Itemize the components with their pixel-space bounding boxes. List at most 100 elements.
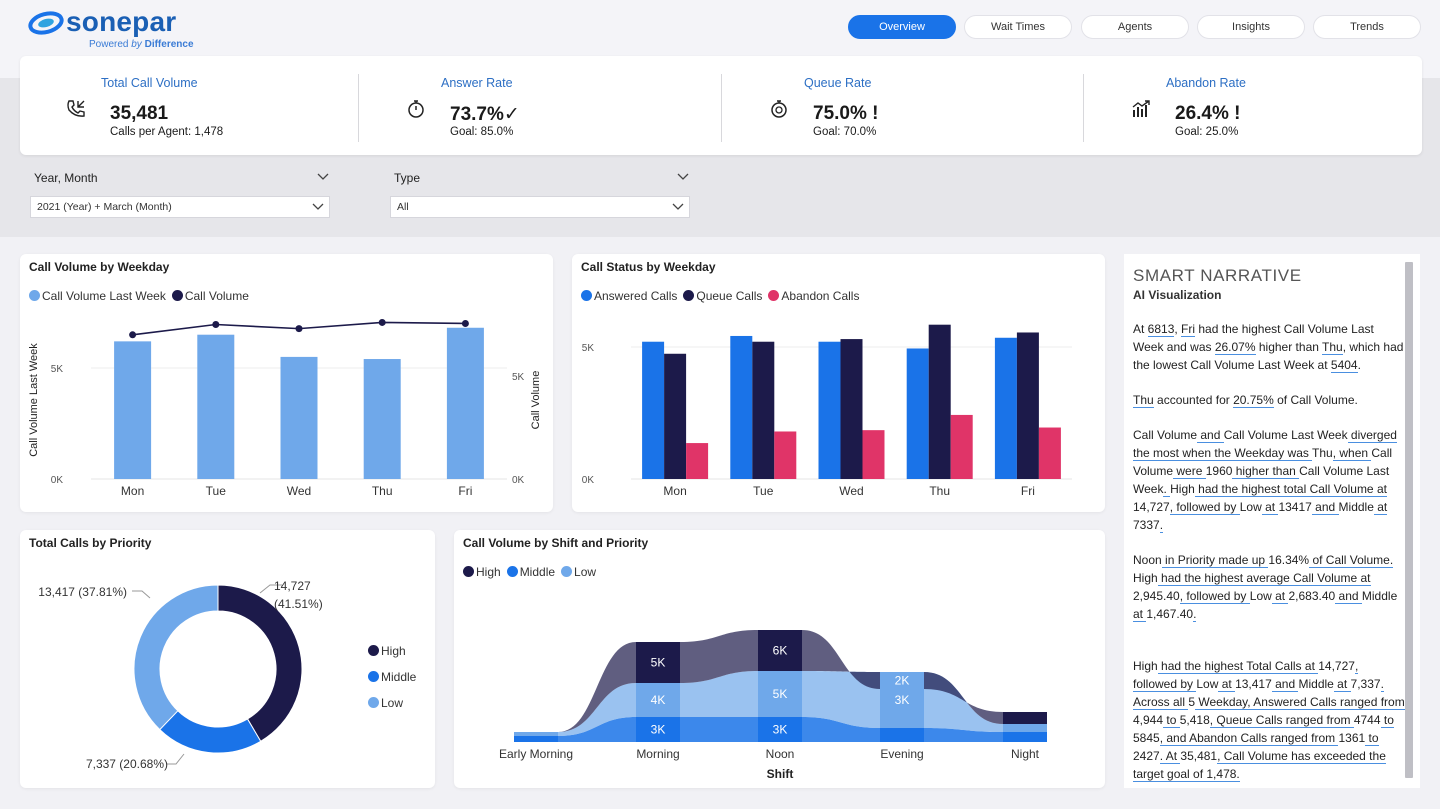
narrative-value: at	[1133, 607, 1147, 622]
tab-overview[interactable]: Overview	[848, 15, 956, 39]
narrative-value: , followed by	[1169, 500, 1240, 515]
narrative-text: 5845	[1133, 731, 1160, 745]
stack-segment	[514, 736, 558, 742]
narrative-text: .	[1357, 358, 1361, 372]
growth-chart-icon	[1132, 100, 1150, 117]
narrative-value: to	[1380, 713, 1394, 728]
narrative-text: higher than	[1255, 340, 1323, 354]
y2-axis-label: Call Volume	[530, 371, 542, 430]
narrative-text: High	[1133, 571, 1158, 585]
stack-segment	[1003, 724, 1047, 732]
chevron-down-icon[interactable]	[677, 173, 689, 181]
narrative-value: 20.75%	[1233, 393, 1274, 408]
slice-label: (41.51%)	[274, 597, 323, 611]
narrative-value: had the highest total Call Volume at	[1194, 482, 1387, 497]
bar	[752, 341, 775, 479]
call-volume-by-shift-chart[interactable]: 5K 6K 2K 3K 3K 4K 5K 3K Early Morning Morning Noon…	[454, 530, 1105, 788]
stack-segment	[1003, 732, 1047, 742]
bar	[840, 339, 863, 479]
bar	[928, 324, 951, 479]
narrative-text: 13,417	[1235, 677, 1272, 691]
kpi-title: Total Call Volume	[101, 76, 198, 90]
kpi-queue-rate[interactable]: Queue Rate 75.0% ! Goal: 70.0%	[722, 56, 1084, 155]
narrative-value: at	[1373, 500, 1388, 515]
chevron-down-icon	[312, 203, 324, 210]
narrative-text: Low	[1249, 589, 1272, 603]
bar	[642, 341, 665, 479]
narrative-text: 13417	[1278, 500, 1312, 514]
line-point	[295, 325, 303, 333]
call-status-by-weekday-chart[interactable]: 0K 5K Mon Tue Wed Thu Fri	[572, 254, 1105, 512]
narrative-value: Thu	[1133, 393, 1154, 408]
narrative-value: 5404	[1330, 358, 1358, 373]
kpi-subtext: Goal: 25.0%	[1175, 126, 1239, 138]
legend-item[interactable]: High	[368, 638, 416, 664]
chevron-down-icon[interactable]	[317, 173, 329, 181]
narrative-text: Thu	[1312, 446, 1333, 460]
x-tick-label: Tue	[206, 484, 227, 498]
x-tick-label: Mon	[121, 484, 144, 498]
tab-insights[interactable]: Insights	[1197, 15, 1305, 39]
kpi-abandon-rate[interactable]: Abandon Rate 26.4% ! Goal: 25.0%	[1084, 56, 1422, 155]
type-select[interactable]: All	[390, 196, 690, 218]
brand-name: sonepar	[66, 6, 177, 37]
chevron-down-icon	[672, 203, 684, 210]
data-label: 3K	[895, 693, 910, 707]
narrative-title: SMART NARRATIVE	[1133, 266, 1302, 285]
narrative-text: 35,481	[1180, 749, 1218, 763]
narrative-value: at	[1218, 677, 1236, 692]
call-volume-by-weekday-card: Call Volume by Weekday Call Volume Last …	[20, 254, 553, 512]
legend-item[interactable]: Low	[368, 690, 416, 716]
scrollbar[interactable]	[1405, 262, 1413, 778]
narrative-text: Low	[1196, 677, 1219, 691]
label-leader	[132, 590, 151, 599]
narrative-text: High	[1170, 482, 1195, 496]
kpi-answer-rate[interactable]: Answer Rate 73.7%✓ Goal: 85.0%	[359, 56, 721, 155]
narrative-text: accounted for	[1153, 393, 1234, 407]
donut-slice	[159, 710, 262, 754]
tab-wait-times[interactable]: Wait Times	[964, 15, 1072, 39]
narrative-text: 7337	[1133, 518, 1160, 532]
narrative-value: had the highest Total Calls at	[1157, 659, 1319, 674]
narrative-paragraph: At 6813, Fri had the highest Call Volume…	[1133, 320, 1405, 374]
y-tick-label: 5K	[582, 343, 595, 354]
bar	[862, 430, 885, 479]
narrative-value: , when	[1332, 446, 1372, 461]
type-value: All	[397, 201, 409, 213]
year-month-select[interactable]: 2021 (Year) + March (Month)	[30, 196, 330, 218]
y-tick-label: 0K	[51, 475, 64, 486]
x-tick-label: Wed	[287, 484, 311, 498]
total-calls-by-priority-card: Total Calls by Priority 14,727 (41.51%) 7,…	[20, 530, 435, 788]
kpi-value: 75.0% !	[813, 103, 879, 124]
narrative-value: at	[1261, 500, 1279, 515]
timer-icon	[771, 100, 787, 118]
narrative-text: Middle	[1338, 500, 1374, 514]
bar	[114, 341, 152, 479]
tab-agents[interactable]: Agents	[1081, 15, 1189, 39]
bar	[664, 353, 687, 479]
call-volume-by-weekday-chart[interactable]: 0K5K0K5KCall Volume Last Week Call Volume…	[20, 254, 553, 512]
bar	[1016, 332, 1039, 479]
narrative-value: to	[1365, 731, 1379, 746]
kpi-value: 26.4% !	[1175, 103, 1241, 124]
narrative-text: 7,337	[1350, 677, 1381, 691]
x-tick-label: Thu	[372, 484, 393, 498]
narrative-value: were	[1173, 464, 1206, 479]
y2-tick-label: 5K	[512, 372, 525, 383]
legend-item[interactable]: Middle	[368, 664, 416, 690]
narrative-value: Weekday, Answered Calls ranged from	[1195, 695, 1405, 710]
kpi-total-call-volume[interactable]: Total Call Volume 35,481 Calls per Agent…	[20, 56, 358, 155]
bar	[280, 356, 318, 479]
line-point	[212, 321, 220, 328]
y-tick-label: 0K	[582, 475, 595, 486]
tab-trends[interactable]: Trends	[1313, 15, 1421, 39]
slice-label: 13,417 (37.81%)	[38, 585, 127, 599]
narrative-value: and	[1311, 500, 1339, 515]
narrative-value: and	[1271, 677, 1299, 692]
logo-icon	[28, 11, 64, 35]
x-tick-label: Thu	[929, 484, 950, 498]
stopwatch-icon	[408, 100, 424, 118]
narrative-value: , followed by	[1179, 589, 1250, 604]
call-volume-by-shift-card: Call Volume by Shift and Priority High Mi…	[454, 530, 1105, 788]
narrative-text: 1,467.40	[1146, 607, 1194, 621]
